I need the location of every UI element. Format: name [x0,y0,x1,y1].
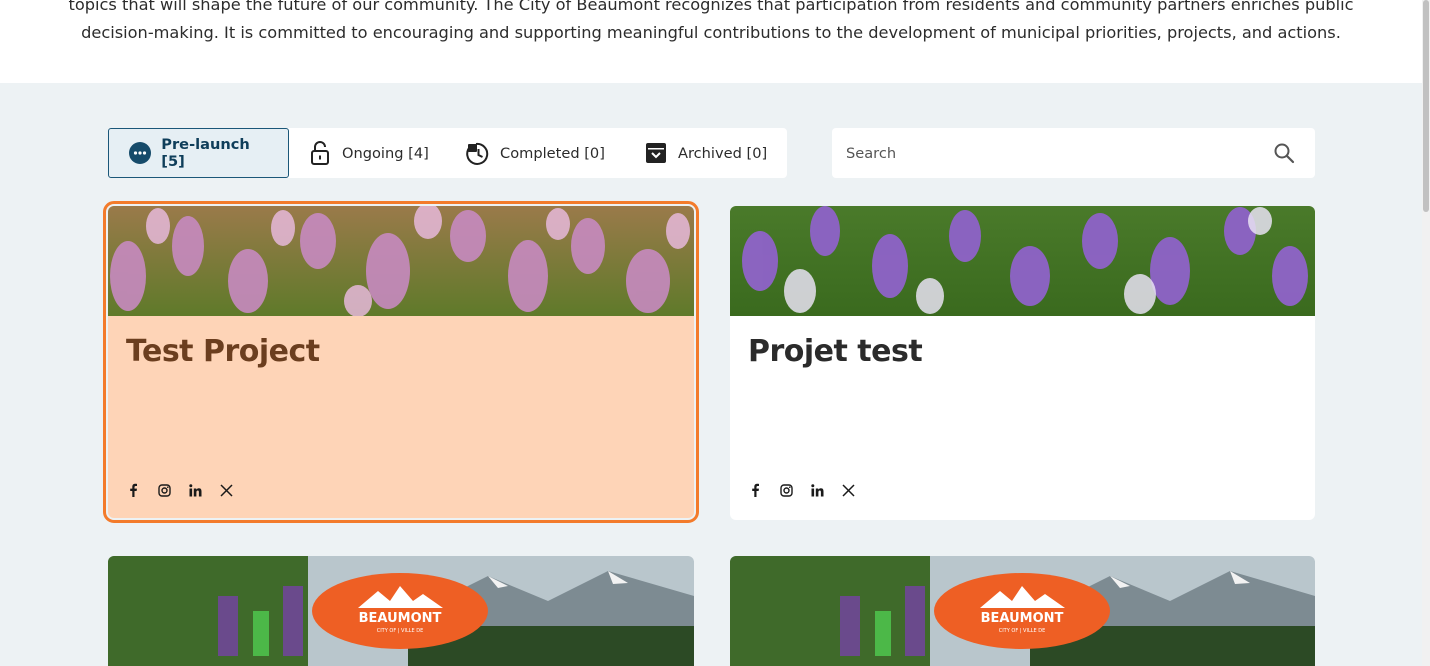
facebook-icon[interactable] [748,483,762,497]
status-tabs: Pre-launch [5] Ongoing [4] Completed [0]… [108,128,787,178]
search-input[interactable] [832,128,1262,178]
tab-completed[interactable]: Completed [0] [466,128,605,178]
linkedin-icon[interactable] [188,483,202,497]
tab-archived[interactable]: Archived [0] [644,128,767,178]
tab-completed-label: Completed [0] [500,144,605,162]
archive-box-icon [644,141,668,165]
scrollbar-thumb[interactable] [1423,0,1429,212]
instagram-icon[interactable] [779,483,793,497]
project-card[interactable]: Projet test [730,206,1315,520]
beaumont-logo-text: BEAUMONT [981,611,1064,626]
search-icon[interactable] [1273,142,1295,164]
tab-archived-label: Archived [0] [678,144,768,162]
beaumont-hikers-image: BEAUMONT CITY OF | VILLE DE [108,556,694,666]
beaumont-logo-subtext: CITY OF | VILLE DE [999,628,1046,634]
x-icon[interactable] [219,483,233,497]
search-box [832,128,1315,178]
instagram-icon[interactable] [157,483,171,497]
card-title[interactable]: Projet test [748,334,923,369]
ellipsis-circle-icon [129,141,152,165]
linkedin-icon[interactable] [810,483,824,497]
beaumont-hikers-image: BEAUMONT CITY OF | VILLE DE [730,556,1315,666]
clock-check-icon [466,141,490,165]
unlock-icon [308,141,332,165]
tab-pre-launch[interactable]: Pre-launch [5] [108,128,289,178]
tab-ongoing[interactable]: Ongoing [4] [308,128,429,178]
page-scrollbar[interactable] [1422,0,1430,666]
tab-pre-launch-label: Pre-launch [5] [161,136,250,170]
social-share-links [748,483,855,497]
tab-ongoing-label: Ongoing [4] [342,144,429,162]
intro-text-line1: topics that will shape the future of our… [68,0,1354,14]
crocus-flowers-image [730,206,1315,316]
project-card[interactable]: BEAUMONT CITY OF | VILLE DE [730,556,1315,666]
facebook-icon[interactable] [126,483,140,497]
social-share-links [126,483,233,497]
project-card[interactable]: Test Project [103,201,699,523]
intro-text-line2: decision-making. It is committed to enco… [81,23,1341,42]
crocus-flowers-image [108,206,694,316]
x-icon[interactable] [841,483,855,497]
beaumont-logo-text: BEAUMONT [359,611,442,626]
project-card[interactable]: BEAUMONT CITY OF | VILLE DE [108,556,694,666]
beaumont-logo-subtext: CITY OF | VILLE DE [377,628,424,634]
intro-section: topics that will shape the future of our… [0,0,1422,83]
card-title[interactable]: Test Project [126,334,320,369]
